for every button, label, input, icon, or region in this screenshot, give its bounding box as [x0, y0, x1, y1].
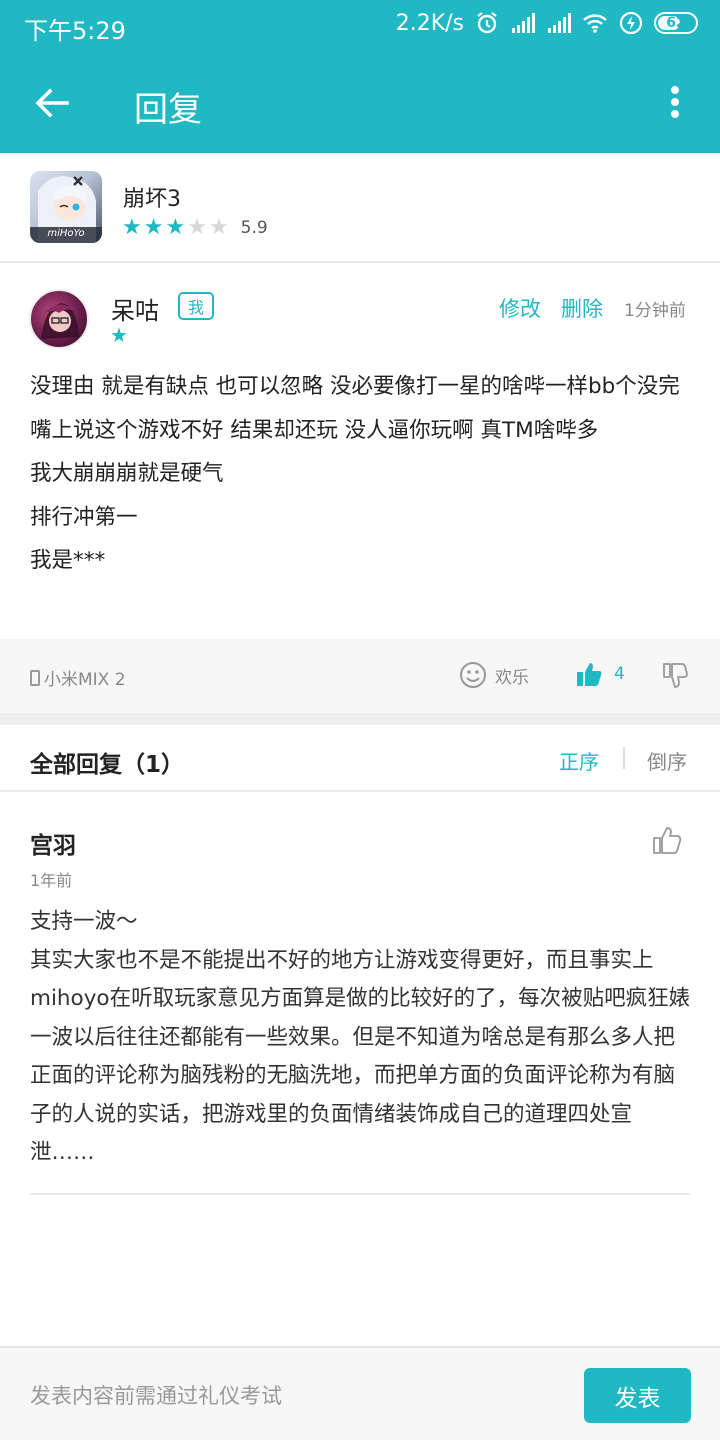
- charging-icon: [619, 11, 643, 35]
- battery-indicator: 62: [654, 12, 698, 34]
- thumbs-up-icon: [577, 663, 602, 686]
- reply-item: 宫羽 1年前 支持一波～ 其实大家也不是不能提出不好的地方让游戏变得更好，而且事实…: [0, 792, 720, 1194]
- more-vertical-icon: [671, 86, 679, 94]
- avatar-art-icon: [41, 303, 79, 339]
- review-footer: 小米MIX 2 欢乐 4: [0, 639, 720, 713]
- fun-button[interactable]: 欢乐: [459, 661, 529, 689]
- game-rating: ★ ★ ★ ★ ★ 5.9: [122, 217, 268, 239]
- sort-ascending-button[interactable]: 正序: [559, 746, 599, 775]
- star-filled-icon: ★: [165, 215, 186, 240]
- review-text: 没理由 就是有缺点 也可以忽略 没必要像打一星的啥哔一样bb个没完 嘴上说这个游…: [30, 365, 694, 583]
- star-filled-icon: ★: [143, 215, 164, 240]
- phone-icon: [30, 669, 40, 686]
- reply-username[interactable]: 宫羽: [30, 826, 76, 860]
- device-name: 小米MIX 2: [44, 670, 126, 690]
- wifi-icon: [583, 14, 607, 33]
- thumbs-up-outline-icon: [653, 827, 682, 854]
- signal-icon: [512, 13, 535, 33]
- reply-text-line: 其实大家也不是不能提出不好的地方让游戏变得更好，而且事实上mihoyo在听取玩家…: [30, 947, 691, 1166]
- replies-header: 全部回复（1） 正序 倒序: [0, 725, 720, 792]
- star-empty-icon: ★: [208, 215, 229, 240]
- review-text-line: 没理由 就是有缺点 也可以忽略 没必要像打一星的啥哔一样bb个没完 嘴上说这个游…: [30, 374, 680, 443]
- smile-icon: [460, 662, 486, 688]
- send-button[interactable]: 发表: [584, 1368, 691, 1423]
- like-count: 4: [614, 664, 625, 684]
- game-icon[interactable]: miHoYo: [30, 171, 102, 243]
- reply-time: 1年前: [30, 871, 73, 890]
- sort-separator: [623, 747, 625, 769]
- game-name: 崩坏3: [123, 187, 181, 212]
- battery-value: 62: [666, 15, 686, 31]
- sort-descending-button[interactable]: 倒序: [647, 746, 687, 775]
- top-bar: 下午5:29 2.2K/s 62 回复: [0, 0, 720, 153]
- arrow-left-icon: [35, 88, 69, 118]
- game-card[interactable]: miHoYo 崩坏3 ★ ★ ★ ★ ★ 5.9: [0, 153, 720, 263]
- star-filled-icon: ★: [122, 215, 142, 240]
- fun-label: 欢乐: [495, 667, 529, 688]
- rating-value: 5.9: [240, 218, 268, 238]
- game-brand: miHoYo: [47, 228, 85, 239]
- status-time: 下午5:29: [24, 17, 126, 45]
- user-star-icon: ★: [110, 323, 128, 347]
- dislike-button[interactable]: [662, 661, 688, 693]
- star-empty-icon: ★: [187, 215, 207, 240]
- reply-divider: [30, 1193, 690, 1195]
- reply-text-line: 支持一波～: [30, 909, 138, 934]
- review-text-line: 我是***: [30, 548, 106, 574]
- like-button[interactable]: 4: [576, 661, 625, 687]
- compose-bar: 发表: [0, 1346, 720, 1440]
- avatar[interactable]: [29, 289, 89, 349]
- review-text-line: 排行冲第一: [30, 504, 138, 530]
- back-button[interactable]: [26, 80, 78, 126]
- more-button[interactable]: [660, 82, 690, 122]
- signal-icon-2: [548, 13, 571, 33]
- app-bar: 回复: [0, 52, 720, 153]
- delete-button[interactable]: 删除: [561, 293, 603, 323]
- status-bar: 下午5:29 2.2K/s 62: [0, 0, 720, 52]
- compose-input[interactable]: [30, 1378, 550, 1414]
- reply-text: 支持一波～ 其实大家也不是不能提出不好的地方让游戏变得更好，而且事实上mihoyo…: [30, 903, 694, 1173]
- thumbs-down-icon: [663, 663, 688, 688]
- device-info: 小米MIX 2: [30, 665, 126, 690]
- net-speed: 2.2K/s: [395, 10, 464, 36]
- review-username[interactable]: 呆咕: [111, 291, 159, 326]
- status-right: 2.2K/s 62: [396, 10, 698, 36]
- alarm-icon: [477, 12, 497, 34]
- edit-button[interactable]: 修改: [499, 293, 541, 323]
- reply-like-button[interactable]: [652, 825, 682, 859]
- review-text-line: 我大崩崩崩就是硬气: [30, 461, 224, 487]
- section-divider: [0, 713, 720, 725]
- page-title: 回复: [134, 90, 202, 130]
- me-badge: 我: [178, 292, 214, 320]
- review-time: 1分钟前: [624, 301, 686, 321]
- replies-title: 全部回复（1）: [30, 752, 185, 778]
